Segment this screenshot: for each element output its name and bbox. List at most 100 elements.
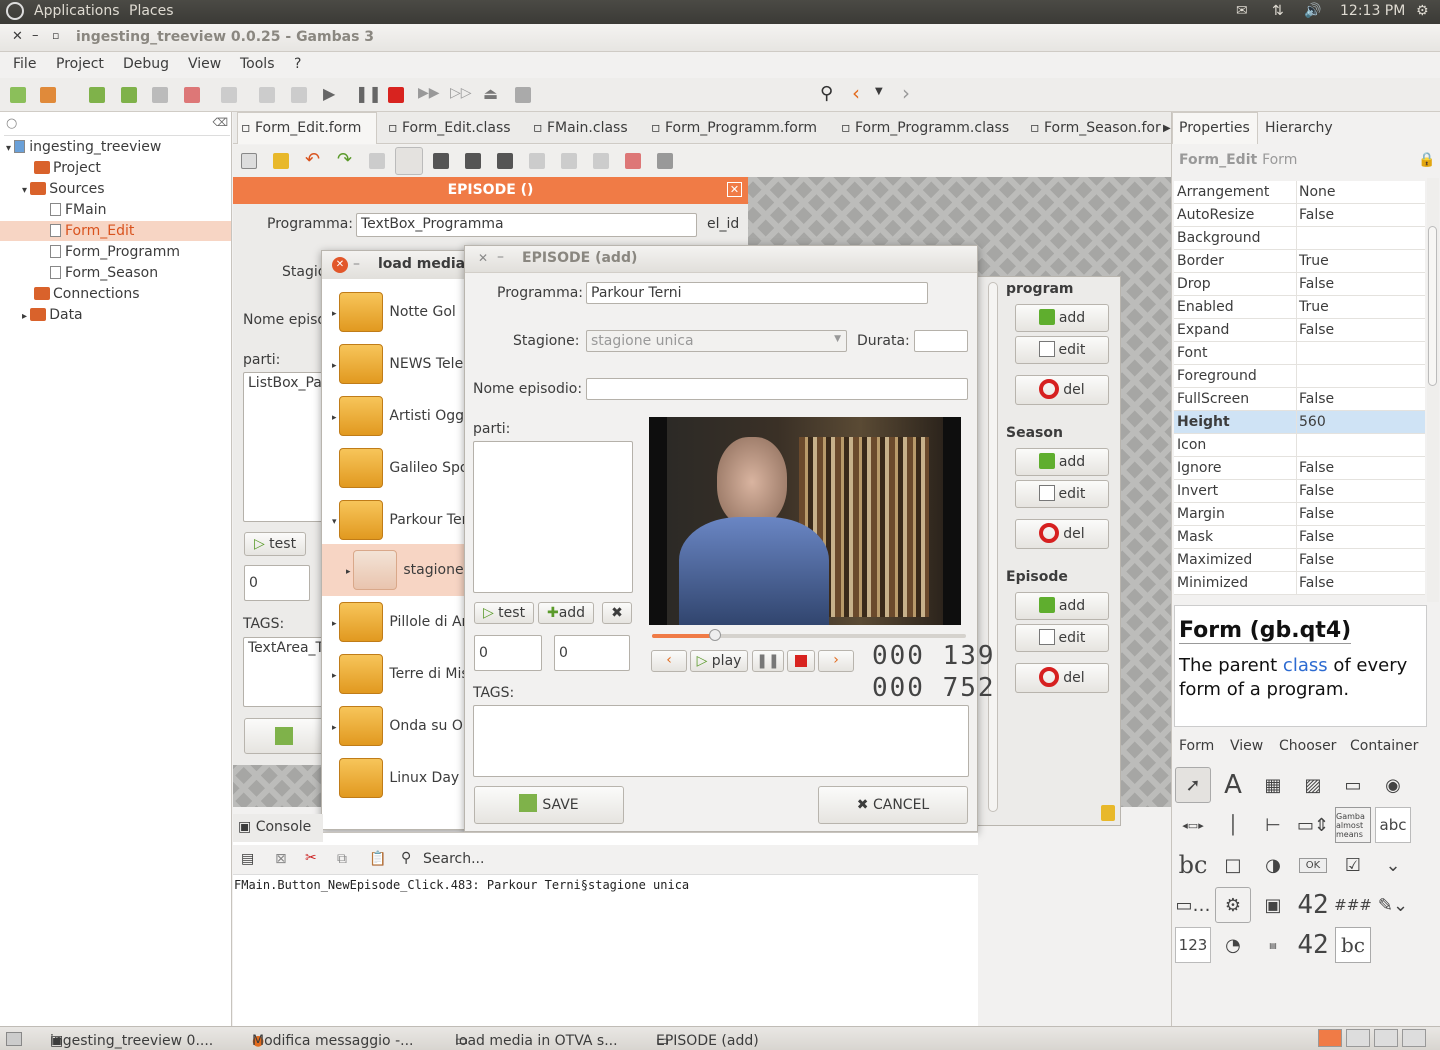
stop-button[interactable] bbox=[787, 650, 815, 672]
media-item[interactable]: ▸ Artisti Ogg bbox=[332, 390, 464, 442]
pause-icon[interactable]: ❚❚ bbox=[355, 84, 382, 103]
valuebox-tool-icon[interactable]: 123 bbox=[1175, 927, 1211, 963]
workspace-2[interactable] bbox=[1346, 1029, 1370, 1047]
remove-button[interactable]: ✖ bbox=[602, 602, 632, 624]
prev-button[interactable]: ‹ bbox=[651, 650, 687, 672]
spin-box[interactable]: 0 bbox=[244, 565, 310, 601]
textarea-tags[interactable]: TextArea_T bbox=[243, 637, 323, 707]
class-link[interactable]: class bbox=[1283, 655, 1328, 676]
property-value[interactable]: True bbox=[1299, 299, 1329, 315]
menu-view[interactable]: View bbox=[188, 56, 221, 72]
menu-project[interactable]: Project bbox=[56, 56, 104, 72]
property-row[interactable]: AutoResize False bbox=[1174, 204, 1425, 227]
property-row[interactable]: Maximized False bbox=[1174, 549, 1425, 572]
colorbutton-tool-icon[interactable]: ✎⌄ bbox=[1375, 887, 1411, 923]
workspace-4[interactable] bbox=[1402, 1029, 1426, 1047]
dial-tool-icon[interactable]: ◔ bbox=[1215, 927, 1251, 963]
grid-toggle-icon[interactable] bbox=[395, 147, 423, 175]
menu-tools[interactable]: Tools bbox=[240, 56, 275, 72]
tree-item-fmain[interactable]: FMain bbox=[50, 200, 106, 220]
expand-arrow-icon[interactable]: ▸ bbox=[346, 567, 353, 577]
gear-icon[interactable]: ⚙ bbox=[1416, 3, 1429, 19]
expand-arrow-icon[interactable]: ▸ bbox=[332, 309, 339, 319]
gear-icon[interactable]: ⚙ bbox=[1215, 887, 1251, 923]
tags-textarea[interactable] bbox=[473, 705, 969, 777]
label-tool-icon[interactable]: A bbox=[1215, 767, 1251, 803]
run-icon[interactable]: ▶ bbox=[323, 84, 335, 103]
property-value[interactable]: False bbox=[1299, 552, 1334, 568]
minimize-icon[interactable]: – bbox=[497, 249, 504, 265]
save-icon[interactable] bbox=[89, 87, 105, 103]
property-row[interactable]: Invert False bbox=[1174, 480, 1425, 503]
property-row[interactable]: FullScreen False bbox=[1174, 388, 1425, 411]
textarea-tool-icon[interactable]: Gamba almost means bbox=[1335, 807, 1371, 843]
tree-data[interactable]: ▸ Data bbox=[22, 305, 83, 325]
media-item[interactable]: ▾ Parkour Ter bbox=[332, 494, 467, 546]
raise-icon[interactable] bbox=[529, 153, 545, 169]
property-value[interactable]: False bbox=[1299, 529, 1334, 545]
properties-scrollbar[interactable] bbox=[1427, 178, 1439, 602]
applications-menu[interactable]: Applications bbox=[34, 3, 120, 19]
workspace-3[interactable] bbox=[1374, 1029, 1398, 1047]
episode-add-button[interactable]: add bbox=[1015, 592, 1109, 620]
properties-icon[interactable] bbox=[152, 87, 168, 103]
tree-item-form-programm[interactable]: Form_Programm bbox=[50, 242, 180, 262]
durata-input[interactable] bbox=[914, 330, 968, 352]
property-row[interactable]: Height 560 bbox=[1174, 411, 1425, 434]
volume-icon[interactable]: 🔊 bbox=[1304, 3, 1321, 19]
property-value[interactable]: False bbox=[1299, 207, 1334, 223]
expand-arrow-icon[interactable]: ▾ bbox=[22, 185, 30, 196]
make-all-icon[interactable] bbox=[291, 87, 307, 103]
clear-filter-icon[interactable]: ⌫ bbox=[212, 116, 228, 129]
episode-edit-button[interactable]: edit bbox=[1015, 624, 1109, 652]
test-button[interactable]: ▷ test bbox=[244, 532, 306, 556]
property-row[interactable]: Mask False bbox=[1174, 526, 1425, 549]
gridview-tool-icon[interactable]: ▦ bbox=[1255, 767, 1291, 803]
tree-filter[interactable]: ○ ⌫ bbox=[4, 116, 230, 136]
minimize-icon[interactable]: – bbox=[353, 256, 360, 272]
property-value[interactable]: False bbox=[1299, 506, 1334, 522]
spin-end[interactable]: 0 bbox=[554, 635, 630, 671]
places-menu[interactable]: Places bbox=[129, 3, 174, 19]
pause-button[interactable]: ❚❚ bbox=[752, 650, 784, 672]
video-preview[interactable] bbox=[649, 417, 961, 625]
programma-input[interactable]: Parkour Terni bbox=[586, 282, 928, 304]
lcdnumber-tool-icon[interactable]: 42 bbox=[1295, 887, 1331, 923]
textlabel-tool-icon[interactable]: bc bbox=[1175, 847, 1211, 883]
property-row[interactable]: Font bbox=[1174, 342, 1425, 365]
lcdlabel-tool-icon[interactable]: 42 bbox=[1295, 927, 1331, 963]
property-row[interactable]: Ignore False bbox=[1174, 457, 1425, 480]
tree-project[interactable]: Project bbox=[34, 158, 101, 178]
expand-arrow-icon[interactable]: ▾ bbox=[6, 143, 14, 154]
stagione-combo[interactable]: stagione unica ▼ bbox=[586, 330, 847, 352]
clean-icon[interactable] bbox=[184, 87, 200, 103]
workspace-1[interactable] bbox=[1318, 1029, 1342, 1047]
minimize-icon[interactable]: – bbox=[32, 28, 39, 43]
checkbox-tool-icon[interactable]: ☑ bbox=[1335, 847, 1371, 883]
seek-track[interactable] bbox=[652, 634, 966, 638]
next-button[interactable]: › bbox=[818, 650, 854, 672]
property-row[interactable]: Border True bbox=[1174, 250, 1425, 273]
step-icon[interactable]: ▶▶ bbox=[418, 85, 440, 101]
spinbox-tool-icon[interactable]: ▭⇕ bbox=[1295, 807, 1331, 843]
tree-root[interactable]: ▾ ingesting_treeview bbox=[6, 137, 161, 157]
edit-icon[interactable] bbox=[369, 153, 385, 169]
ubuntu-logo-icon[interactable] bbox=[6, 2, 24, 20]
show-desktop-icon[interactable] bbox=[6, 1032, 22, 1046]
property-row[interactable]: Icon bbox=[1174, 434, 1425, 457]
pointer-tool-icon[interactable]: ➚ bbox=[1175, 767, 1211, 803]
expand-arrow-icon[interactable]: ▸ bbox=[332, 671, 339, 681]
editor-tool-icon[interactable]: ▤ bbox=[1255, 927, 1291, 963]
form-menu-icon[interactable] bbox=[241, 153, 257, 169]
season-add-button[interactable]: add bbox=[1015, 448, 1109, 476]
play-button[interactable]: ▷ play bbox=[690, 650, 748, 672]
scroll-thumb[interactable] bbox=[1428, 226, 1437, 386]
property-row[interactable]: Margin False bbox=[1174, 503, 1425, 526]
toolbox-tab-chooser[interactable]: Chooser bbox=[1279, 738, 1336, 754]
close-icon[interactable]: ✕ bbox=[12, 29, 23, 44]
tab-hierarchy[interactable]: Hierarchy bbox=[1265, 120, 1333, 136]
underline-icon[interactable] bbox=[497, 153, 513, 169]
sheet-icon[interactable] bbox=[593, 153, 609, 169]
breakpoint-icon[interactable] bbox=[515, 87, 531, 103]
filechooser-tool-icon[interactable]: ▭… bbox=[1175, 887, 1211, 923]
